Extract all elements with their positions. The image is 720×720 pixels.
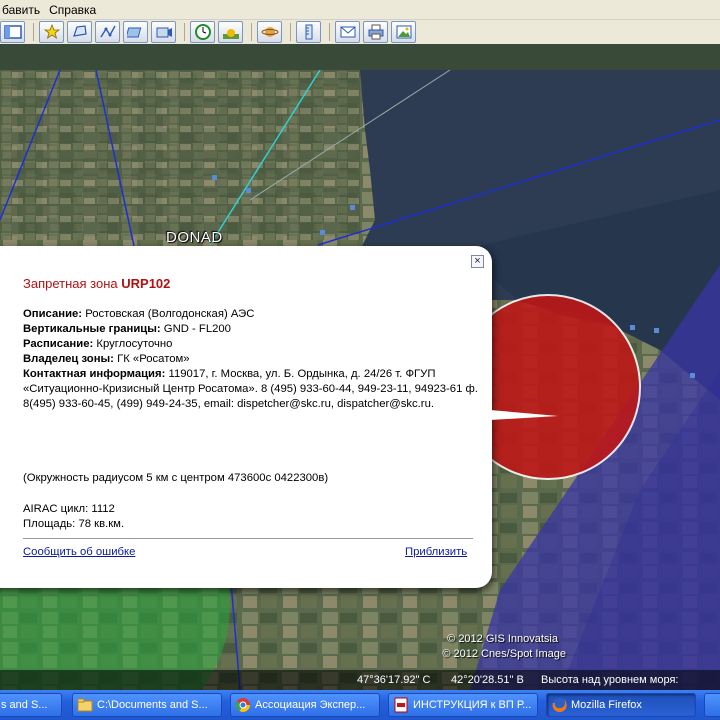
detail-value: Ростовская (Волгодонская) АЭС [82, 308, 255, 320]
placemark-icon [43, 23, 60, 39]
record-tour-button[interactable] [151, 21, 176, 43]
zoom-in-link[interactable]: Приблизить [405, 546, 467, 558]
taskbar-item-firefox[interactable]: Mozilla Firefox [546, 693, 696, 717]
info-balloon [0, 246, 492, 588]
taskbar-item-pdf[interactable]: ИНСТРУКЦИЯ к ВП Р... [388, 693, 538, 717]
path-icon [99, 25, 116, 38]
place-label: DONAD [166, 229, 223, 246]
add-placemark-button[interactable] [39, 21, 64, 43]
taskbar-item-overflow[interactable] [704, 693, 720, 717]
toolbar-separator [184, 23, 185, 41]
detail-description: Описание: Ростовская (Волгодонская) АЭС [23, 307, 478, 322]
detail-label: Контактная информация: [23, 368, 166, 380]
planets-button[interactable] [257, 21, 282, 43]
sunlight-button[interactable] [218, 21, 243, 43]
close-icon[interactable]: × [471, 255, 484, 268]
attribution-spot: © 2012 Cnes/Spot Image [442, 648, 566, 660]
longitude-readout: 42°20'28.51" В [451, 674, 524, 686]
airac-info: AIRAC цикл: 1112 Площадь: 78 кв.км. [23, 502, 124, 532]
taskbar-item-label: Ассоциация Экспер... [255, 699, 366, 711]
toolbar-separator [290, 23, 291, 41]
image-overlay-icon [126, 27, 141, 38]
latitude-readout: 47°36'17.92" С [357, 674, 431, 686]
toolbar-separator [329, 23, 330, 41]
popup-title-code: URP102 [121, 276, 171, 291]
zone-area: Площадь: 78 кв.км. [23, 518, 125, 530]
planet-icon [261, 27, 278, 37]
add-overlay-button[interactable] [123, 21, 148, 43]
print-button[interactable] [363, 21, 388, 43]
envelope-icon [340, 26, 355, 38]
detail-schedule: Расписание: Круглосуточно [23, 337, 478, 352]
popup-details: Описание: Ростовская (Волгодонская) АЭС … [23, 307, 478, 412]
attribution-gis: © 2012 GIS Innovatsia [447, 633, 558, 645]
printer-icon [368, 24, 383, 40]
status-bar: 47°36'17.92" С 42°20'28.51" В Высота над… [0, 670, 720, 690]
email-button[interactable] [335, 21, 360, 43]
popup-title: Запретная зона URP102 [23, 276, 170, 291]
popup-title-prefix: Запретная зона [23, 276, 118, 291]
detail-vertical-limits: Вертикальные границы: GND - FL200 [23, 322, 478, 337]
toolbar [0, 20, 720, 44]
detail-label: Расписание: [23, 338, 94, 350]
taskbar-item-label: C:\Documents and S... [97, 699, 208, 711]
sidebar-icon [3, 25, 22, 39]
record-tour-icon [156, 27, 172, 38]
taskbar: s and S... C:\Documents and S... Ассоциа… [0, 690, 720, 720]
folder-icon [77, 697, 93, 713]
balloon-pointer [490, 410, 558, 420]
report-error-link[interactable]: Сообщить об ошибке [23, 546, 135, 558]
taskbar-item-explorer[interactable]: C:\Documents and S... [72, 693, 222, 717]
toolbar-separator [33, 23, 34, 41]
sidebar-toggle-button[interactable] [0, 21, 25, 43]
airac-cycle: AIRAC цикл: 1112 [23, 503, 115, 515]
taskbar-item-app[interactable]: s and S... [0, 693, 62, 717]
detail-value: GND - FL200 [160, 323, 231, 335]
polygon-icon [72, 25, 87, 37]
menu-item-add[interactable]: бавить [2, 3, 49, 17]
popup-divider [23, 538, 473, 539]
save-image-button[interactable] [391, 21, 416, 43]
firefox-icon [551, 697, 567, 713]
menu-bar: бавить Справка [0, 0, 720, 20]
clock-icon [194, 24, 211, 40]
pdf-icon [393, 697, 409, 713]
altitude-readout: Высота над уровнем моря: [541, 674, 679, 686]
add-path-button[interactable] [95, 21, 120, 43]
ruler-button[interactable] [296, 21, 321, 43]
sun-icon [222, 29, 239, 39]
toolbar-separator [251, 23, 252, 41]
taskbar-item-label: Mozilla Firefox [571, 699, 642, 711]
detail-label: Вертикальные границы: [23, 323, 161, 335]
taskbar-item-label: s and S... [1, 699, 48, 711]
menu-item-help[interactable]: Справка [49, 3, 105, 17]
taskbar-item-label: ИНСТРУКЦИЯ к ВП Р... [413, 699, 532, 711]
detail-value: Круглосуточно [93, 338, 173, 350]
detail-value: ГК «Росатом» [113, 353, 190, 365]
circle-note: (Окружность радиусом 5 км с центром 4736… [23, 472, 329, 484]
detail-contact: Контактная информация: 119017, г. Москва… [23, 367, 478, 412]
add-polygon-button[interactable] [67, 21, 92, 43]
ruler-icon [305, 24, 312, 40]
taskbar-item-chrome[interactable]: Ассоциация Экспер... [230, 693, 380, 717]
chrome-icon [235, 697, 251, 713]
save-image-icon [396, 25, 411, 39]
detail-label: Владелец зоны: [23, 353, 114, 365]
historical-imagery-button[interactable] [190, 21, 215, 43]
detail-owner: Владелец зоны: ГК «Росатом» [23, 352, 478, 367]
detail-label: Описание: [23, 308, 83, 320]
